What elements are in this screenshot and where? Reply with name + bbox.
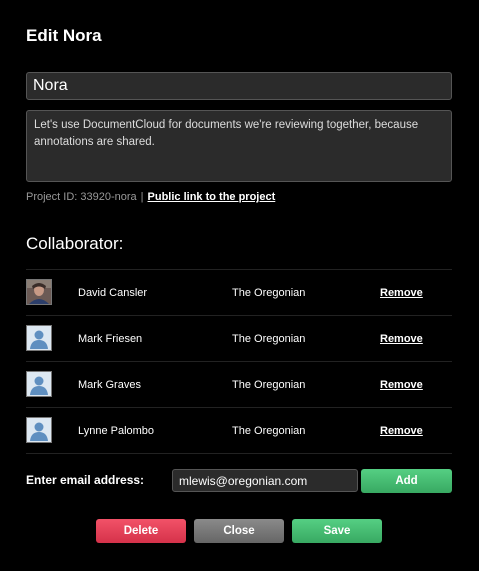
- remove-collaborator-link[interactable]: Remove: [380, 379, 423, 391]
- collaborator-name: Mark Graves: [78, 379, 141, 391]
- collaborator-name: David Cansler: [78, 287, 148, 299]
- public-link[interactable]: Public link to the project: [148, 191, 276, 203]
- collaborator-name: Lynne Palombo: [78, 425, 155, 437]
- collaborator-organization: The Oregonian: [232, 333, 306, 345]
- photo-avatar: [26, 279, 52, 305]
- collaborator-organization: The Oregonian: [232, 287, 306, 299]
- delete-button[interactable]: Delete: [96, 519, 186, 543]
- default-user-icon: [26, 325, 52, 351]
- remove-collaborator-link[interactable]: Remove: [380, 333, 423, 345]
- add-collaborator-button[interactable]: Add: [361, 469, 452, 493]
- project-id: Project ID: 33920-nora: [26, 191, 137, 203]
- remove-collaborator-link[interactable]: Remove: [380, 425, 423, 437]
- email-input[interactable]: [172, 469, 358, 492]
- collaborator-organization: The Oregonian: [232, 379, 306, 391]
- close-button[interactable]: Close: [194, 519, 284, 543]
- collaborator-row: Mark Graves The Oregonian Remove: [26, 362, 452, 408]
- collaborator-name: Mark Friesen: [78, 333, 143, 345]
- collaborator-row: Mark Friesen The Oregonian Remove: [26, 316, 452, 362]
- collaborator-organization: The Oregonian: [232, 425, 306, 437]
- collaborator-row: David Cansler The Oregonian Remove: [26, 270, 452, 316]
- default-user-icon: [26, 417, 52, 443]
- collaborator-row: Lynne Palombo The Oregonian Remove: [26, 408, 452, 454]
- dialog-title: Edit Nora: [26, 26, 102, 45]
- project-name-input[interactable]: [26, 72, 452, 100]
- save-button[interactable]: Save: [292, 519, 382, 543]
- collaborator-heading: Collaborator:: [26, 234, 124, 253]
- default-user-icon: [26, 371, 52, 397]
- edit-project-dialog: Edit Nora Let's use DocumentCloud for do…: [0, 0, 479, 571]
- email-label: Enter email address:: [26, 473, 145, 487]
- collaborator-list: David Cansler The Oregonian Remove Mark …: [26, 269, 452, 454]
- remove-collaborator-link[interactable]: Remove: [380, 287, 423, 299]
- separator: |: [140, 191, 144, 203]
- project-info-line: Project ID: 33920-nora | Public link to th…: [26, 191, 275, 203]
- project-description-input[interactable]: Let's use DocumentCloud for documents we…: [26, 110, 452, 182]
